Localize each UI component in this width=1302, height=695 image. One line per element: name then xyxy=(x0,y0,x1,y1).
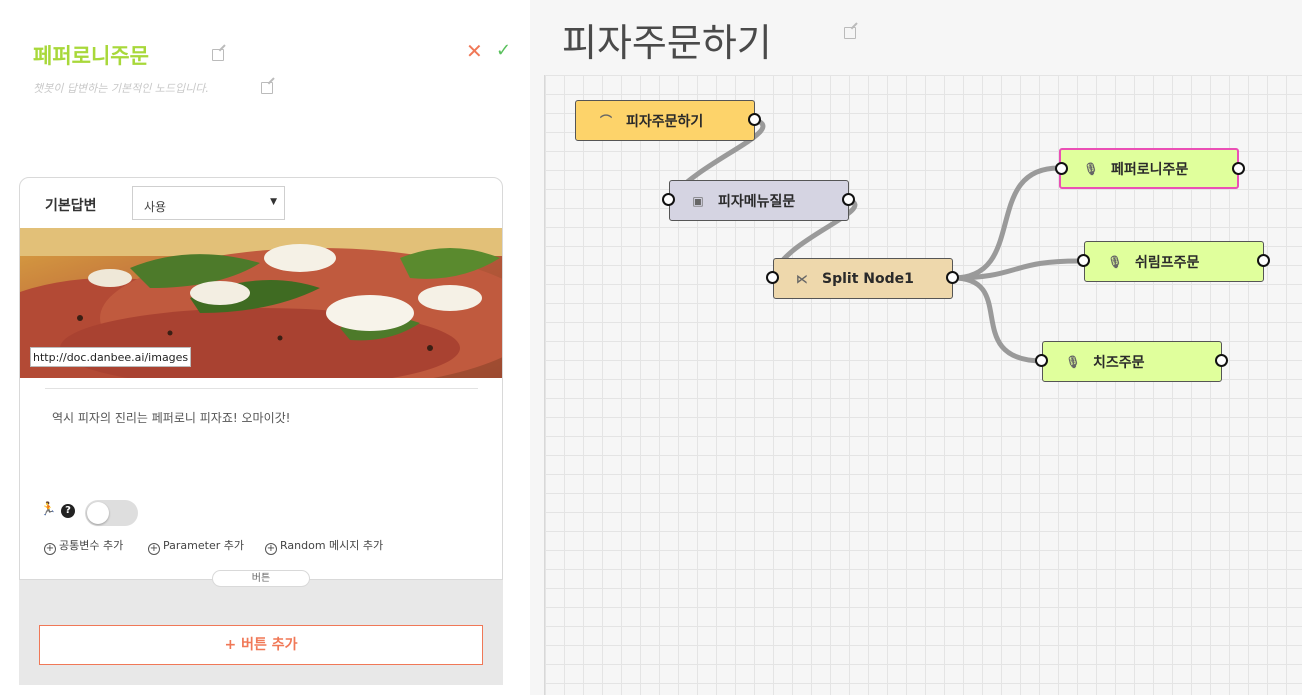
add-button[interactable]: + 버튼 추가 xyxy=(39,625,483,665)
image-url-label: http://doc.danbee.ai/images xyxy=(30,347,192,367)
add-link-label: Random 메시지 추가 xyxy=(280,539,384,552)
output-port[interactable] xyxy=(946,271,959,284)
flow-node-label: Split Node1 xyxy=(822,270,914,287)
action-toggle[interactable] xyxy=(85,500,138,526)
close-icon[interactable]: ✕ xyxy=(466,40,484,62)
input-port[interactable] xyxy=(662,193,675,206)
flow-node-label: 피자주문하기 xyxy=(626,113,704,130)
flow-node-menu[interactable]: ▣ 피자메뉴질문 xyxy=(669,180,849,221)
default-answer-select[interactable]: 사용 ▼ xyxy=(132,186,285,220)
divider xyxy=(45,388,478,389)
input-port[interactable] xyxy=(766,271,779,284)
mic-icon: 🎙 xyxy=(1065,354,1081,369)
output-port[interactable] xyxy=(842,193,855,206)
add-common-variable-link[interactable]: + 공통변수 추가 xyxy=(44,537,123,555)
add-link-label: 공통변수 추가 xyxy=(59,539,124,552)
default-answer-select-value: 사용 xyxy=(144,200,167,214)
node-description: 챗봇이 답변하는 기본적인 노드입니다. xyxy=(33,82,209,95)
edit-description-icon[interactable] xyxy=(261,82,273,94)
flow-node-label: 피자메뉴질문 xyxy=(718,193,796,210)
output-port[interactable] xyxy=(748,113,761,126)
plus-circle-icon: + xyxy=(44,543,56,555)
help-icon[interactable]: ? xyxy=(61,504,75,518)
add-link-label: Parameter 추가 xyxy=(163,539,244,552)
flow-node-pepperoni[interactable]: 🎙 페퍼로니주문 xyxy=(1059,148,1239,189)
toggle-knob xyxy=(87,502,109,524)
output-port[interactable] xyxy=(1215,354,1228,367)
chat-icon: ▣ xyxy=(692,193,704,208)
add-random-message-link[interactable]: + Random 메시지 추가 xyxy=(265,537,383,555)
flow-node-label: 페퍼로니주문 xyxy=(1111,161,1189,178)
input-port[interactable] xyxy=(1055,162,1068,175)
default-answer-label: 기본답변 xyxy=(45,198,97,214)
edit-title-icon[interactable] xyxy=(212,49,224,61)
flow-node-cheese[interactable]: 🎙 치즈주문 xyxy=(1042,341,1222,382)
chevron-down-icon: ▼ xyxy=(270,197,277,207)
scenario-title: 피자주문하기 xyxy=(562,21,772,65)
button-tab[interactable]: 버튼 xyxy=(212,570,310,587)
node-title: 페퍼로니주문 xyxy=(33,44,149,68)
flow-node-start[interactable]: ⌒ 피자주문하기 xyxy=(575,100,755,141)
node-editor-panel: 페퍼로니주문 챗봇이 답변하는 기본적인 노드입니다. ✕ ✓ 기본답변 사용 … xyxy=(0,0,530,695)
edit-scenario-title-icon[interactable] xyxy=(844,27,856,39)
running-person-icon: 🏃 xyxy=(40,502,57,517)
plus-circle-icon: + xyxy=(148,543,160,555)
mic-icon: 🎙 xyxy=(1083,161,1099,176)
split-icon: ⋉ xyxy=(796,271,808,286)
answer-card: 기본답변 사용 ▼ http://doc.danbee.ai/images 역시… xyxy=(19,177,503,580)
input-port[interactable] xyxy=(1077,254,1090,267)
output-port[interactable] xyxy=(1232,162,1245,175)
confirm-check-icon[interactable]: ✓ xyxy=(496,40,514,62)
flow-node-label: 치즈주문 xyxy=(1093,354,1145,371)
flow-node-shrimp[interactable]: 🎙 쉬림프주문 xyxy=(1084,241,1264,282)
add-parameter-link[interactable]: + Parameter 추가 xyxy=(148,537,244,555)
input-port[interactable] xyxy=(1035,354,1048,367)
flow-node-label: 쉬림프주문 xyxy=(1135,254,1200,271)
plus-circle-icon: + xyxy=(265,543,277,555)
flow-node-split[interactable]: ⋉ Split Node1 xyxy=(773,258,953,299)
ear-icon: ⌒ xyxy=(599,114,612,128)
answer-text[interactable]: 역시 피자의 진리는 페퍼로니 피자죠! 오마이갓! xyxy=(52,409,290,426)
output-port[interactable] xyxy=(1257,254,1270,267)
mic-icon: 🎙 xyxy=(1107,254,1123,269)
